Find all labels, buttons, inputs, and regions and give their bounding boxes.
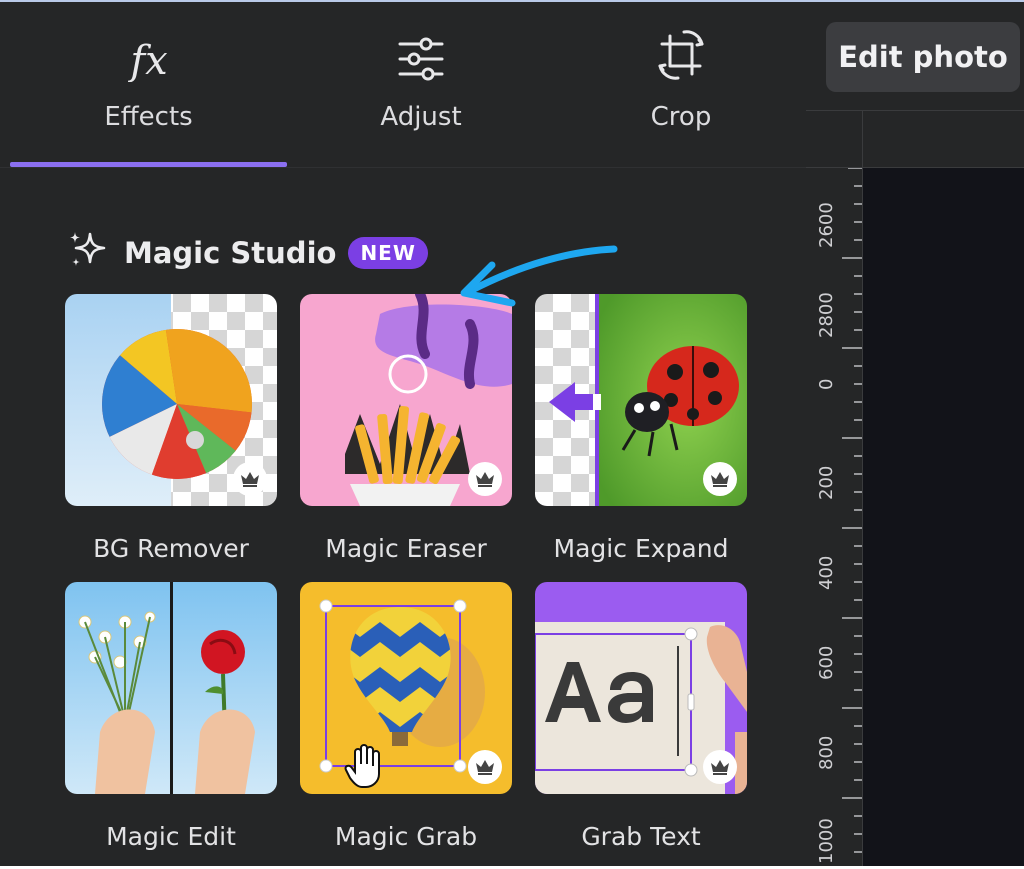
tabs-divider — [0, 167, 806, 168]
vertical-ruler: 2600 2800 0 200 400 600 800 1000 — [806, 168, 863, 868]
ruler-label: 200 — [816, 465, 837, 500]
tool-label-magic-edit: Magic Edit — [106, 822, 236, 851]
fx-icon: fx — [119, 2, 179, 82]
crop-icon — [654, 2, 708, 82]
tab-adjust[interactable]: Adjust — [290, 2, 552, 162]
new-badge: NEW — [348, 236, 428, 269]
magic-studio-heading: Magic Studio NEW — [66, 228, 428, 277]
ruler-label: 600 — [816, 645, 837, 680]
svg-text:fx: fx — [127, 38, 167, 82]
blue-arrow-pointer-icon — [460, 245, 618, 307]
edit-photo-panel: fx Effects Adjust Crop Magic Studio NEW … — [0, 2, 806, 866]
tool-magic-edit[interactable] — [65, 582, 277, 794]
tab-effects-label: Effects — [104, 102, 193, 132]
tool-magic-expand[interactable] — [535, 294, 747, 506]
tool-magic-eraser[interactable] — [300, 294, 512, 506]
edit-photo-button[interactable]: Edit photo — [826, 22, 1020, 92]
ruler-label: 2600 — [816, 202, 837, 248]
ruler-label: 2800 — [816, 292, 837, 338]
tool-grab-text[interactable] — [535, 582, 747, 794]
tab-crop-label: Crop — [650, 102, 712, 132]
tab-crop[interactable]: Crop — [556, 2, 806, 162]
premium-crown-icon — [703, 750, 737, 784]
ruler-label: 400 — [816, 555, 837, 590]
sliders-icon — [396, 2, 446, 82]
tool-label-magic-expand: Magic Expand — [553, 534, 729, 563]
tab-adjust-label: Adjust — [380, 102, 462, 132]
tab-effects[interactable]: fx Effects — [10, 2, 287, 162]
ruler-label: 800 — [816, 735, 837, 770]
tool-label-magic-grab: Magic Grab — [334, 822, 478, 851]
photo-canvas[interactable] — [863, 168, 1024, 868]
section-title: Magic Studio — [124, 235, 337, 270]
tool-magic-grab[interactable] — [300, 582, 512, 794]
premium-crown-icon — [468, 462, 502, 496]
sparkles-icon — [66, 228, 110, 277]
tool-label-magic-eraser: Magic Eraser — [325, 534, 487, 563]
premium-crown-icon — [233, 462, 267, 496]
ruler-label: 0 — [816, 378, 837, 390]
canvas-header: Edit photo — [806, 2, 1024, 111]
tool-label-grab-text: Grab Text — [581, 822, 701, 851]
app-frame: fx Effects Adjust Crop Magic Studio NEW … — [0, 0, 1024, 869]
editor-canvas-area: Edit photo 2600 2800 0 200 400 600 800 1… — [806, 2, 1024, 868]
ruler-label: 1000 — [816, 818, 837, 864]
premium-crown-icon — [468, 750, 502, 784]
magic-edit-thumbnail — [65, 582, 277, 794]
premium-crown-icon — [703, 462, 737, 496]
tool-label-bg-remover: BG Remover — [93, 534, 249, 563]
ruler-corner — [806, 111, 863, 167]
tool-bg-remover[interactable] — [65, 294, 277, 506]
